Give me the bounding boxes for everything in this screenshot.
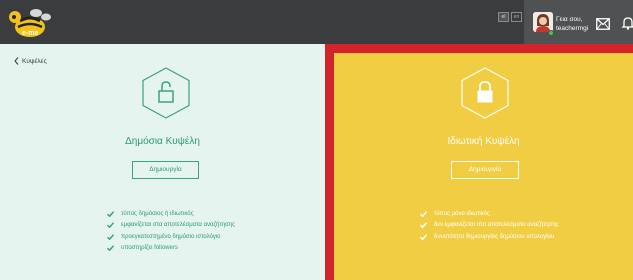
check-icon bbox=[107, 211, 114, 217]
feature-text: τύπος δημόσιος ή ιδιωτικός bbox=[121, 210, 194, 217]
username: teachermgi bbox=[556, 25, 589, 32]
list-item: δυνατότητα δημιουργίας δημόσιου ιστολογί… bbox=[420, 231, 559, 243]
public-hive-features: τύπος δημόσιος ή ιδιωτικός εμφανίζεται σ… bbox=[107, 208, 235, 254]
language-en-button[interactable]: en bbox=[511, 12, 522, 22]
mail-icon[interactable] bbox=[596, 18, 610, 30]
list-item: δεν εμφανίζεται στα αποτελέσματα αναζήτη… bbox=[420, 220, 559, 232]
check-icon bbox=[107, 234, 114, 240]
bell-icon[interactable] bbox=[621, 16, 633, 30]
chevron-left-icon bbox=[14, 57, 19, 65]
svg-text:e-me: e-me bbox=[22, 30, 38, 37]
online-status-dot bbox=[548, 30, 554, 36]
feature-text: εμφανίζεται στα αποτελέσματα αναζήτησης bbox=[121, 222, 236, 229]
check-icon bbox=[420, 222, 427, 229]
create-public-hive-button[interactable]: Δημιουργία bbox=[132, 161, 199, 179]
back-link-label: Κυψέλες bbox=[22, 57, 47, 65]
greeting-line: Γεια σου, bbox=[556, 16, 583, 23]
check-icon bbox=[420, 234, 427, 240]
avatar[interactable] bbox=[533, 12, 553, 32]
feature-text: υποστηρίζει followers bbox=[121, 245, 178, 252]
feature-text: δυνατότητα δημιουργίας δημόσιου ιστολογί… bbox=[434, 233, 555, 240]
create-private-hive-button[interactable]: Δημιουργία bbox=[451, 161, 519, 179]
avatar-image bbox=[533, 12, 553, 32]
private-hive-title: Ιδιωτική Κυψέλη bbox=[447, 136, 520, 147]
e-me-logo[interactable]: e-me bbox=[6, 7, 56, 39]
unlocked-hexagon-icon bbox=[142, 67, 190, 119]
back-to-hives-link[interactable]: Κυψέλες bbox=[14, 57, 47, 65]
feature-text: δεν εμφανίζεται στα αποτελέσματα αναζήτη… bbox=[434, 222, 559, 229]
list-item: υποστηρίζει followers bbox=[107, 243, 235, 255]
check-icon bbox=[420, 211, 427, 217]
list-item: τύπος δημόσιος ή ιδιωτικός bbox=[107, 208, 235, 220]
feature-text: προεγκατεστημένο δημόσιο ιστολόγιο bbox=[121, 233, 221, 240]
locked-hexagon-icon bbox=[461, 67, 509, 119]
user-greeting[interactable]: Γεια σου, teachermgi bbox=[556, 15, 588, 33]
check-icon bbox=[107, 222, 114, 229]
feature-text: τύπος μόνο ιδιωτικός bbox=[434, 210, 490, 217]
list-item: εμφανίζεται στα αποτελέσματα αναζήτησης bbox=[107, 220, 235, 232]
public-hive-title: Δημόσια Κυψέλη bbox=[125, 136, 200, 147]
list-item: προεγκατεστημένο δημόσιο ιστολόγιο bbox=[107, 231, 235, 243]
language-el-button[interactable]: el bbox=[498, 12, 509, 22]
private-hive-features: τύπος μόνο ιδιωτικός δεν εμφανίζεται στα… bbox=[420, 208, 559, 243]
list-item: τύπος μόνο ιδιωτικός bbox=[420, 208, 559, 220]
check-icon bbox=[107, 245, 114, 252]
